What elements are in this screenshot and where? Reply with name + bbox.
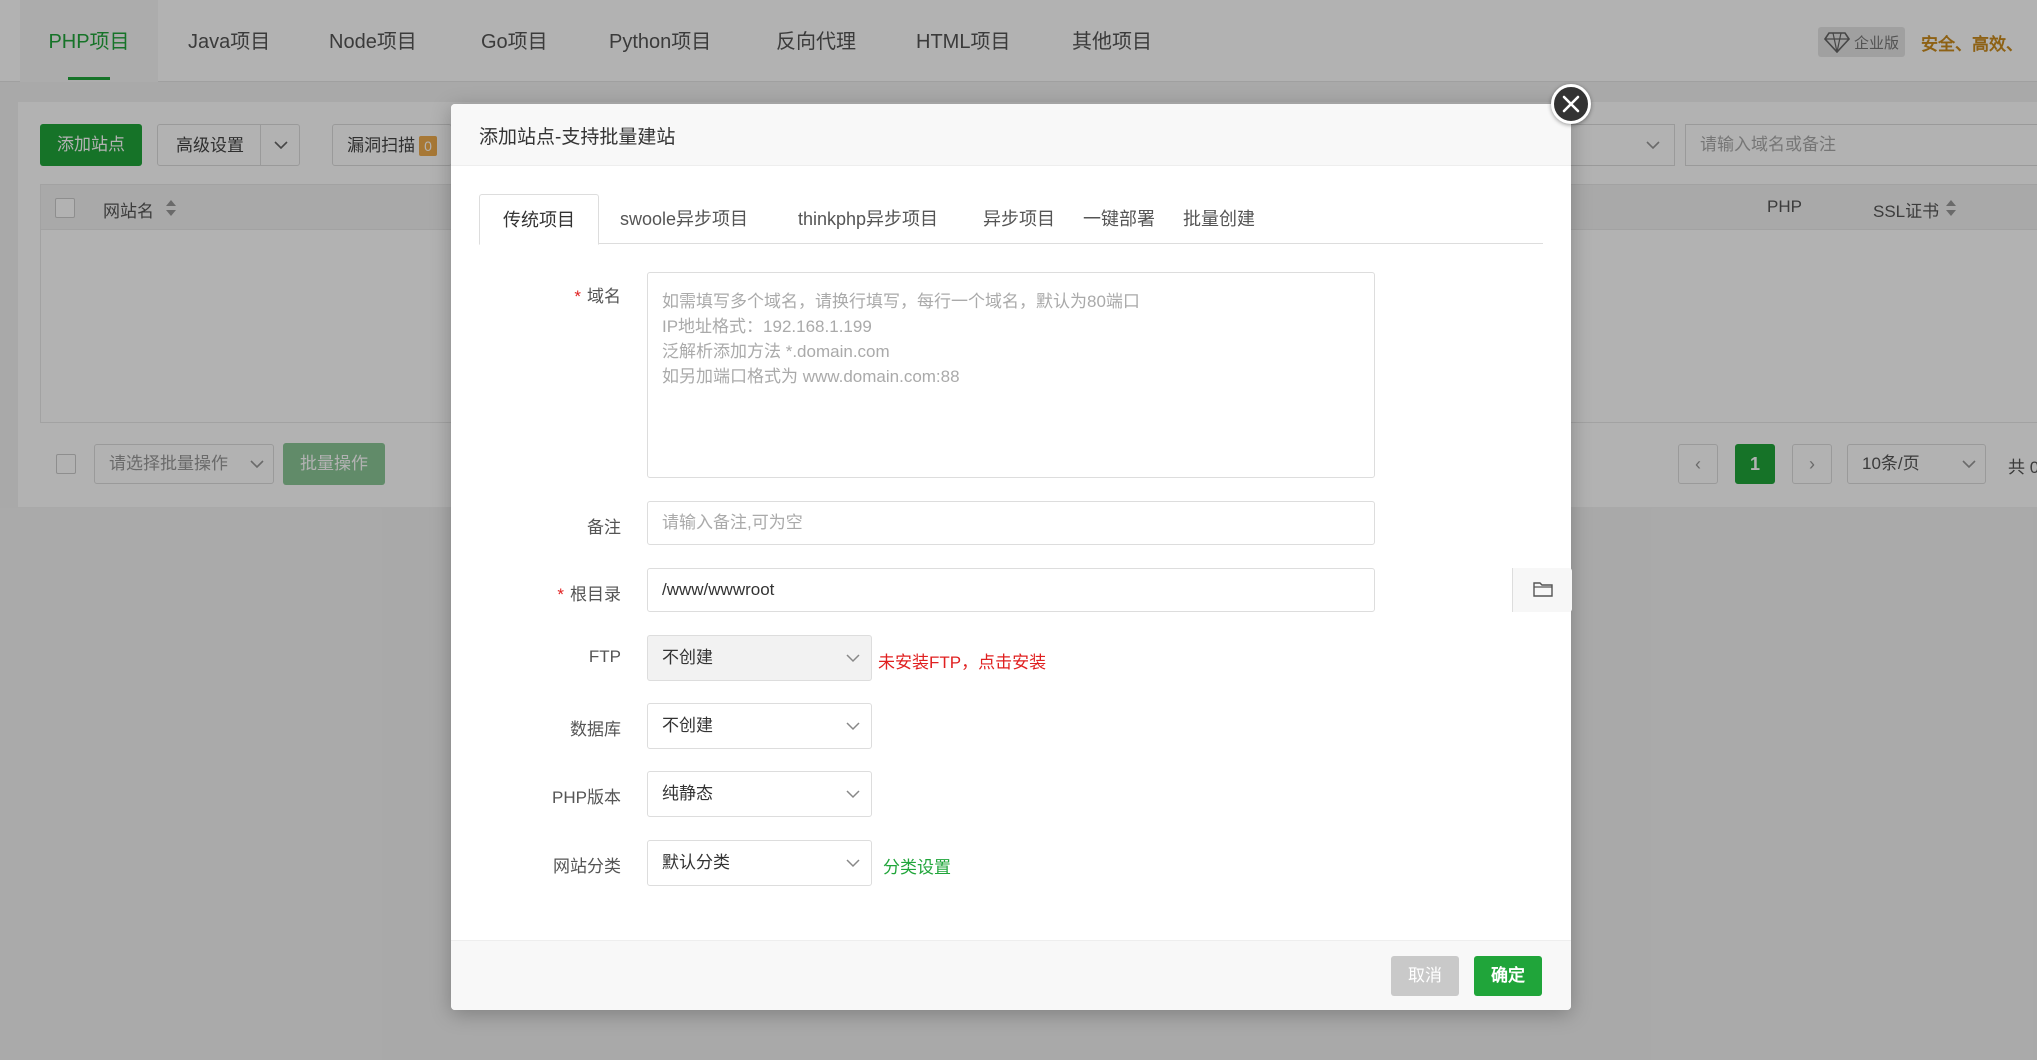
chevron-down-icon — [846, 722, 860, 731]
domain-placeholder-line: 如需填写多个域名，请换行填写，每行一个域名，默认为80端口 — [662, 292, 1140, 311]
ftp-select[interactable]: 不创建 — [647, 635, 872, 681]
chevron-down-icon — [846, 790, 860, 799]
php-version-label: PHP版本 — [552, 788, 621, 807]
root-dir-value: /www/wwwroot — [662, 580, 775, 599]
domain-textarea[interactable]: 如需填写多个域名，请换行填写，每行一个域名，默认为80端口 IP地址格式：192… — [647, 272, 1375, 478]
dialog-footer: 取消 确定 — [451, 940, 1571, 1010]
tab-swoole-project[interactable]: swoole异步项目 — [609, 194, 759, 244]
category-settings-link[interactable]: 分类设置 — [883, 853, 951, 878]
database-select[interactable]: 不创建 — [647, 703, 872, 749]
domain-placeholder-line: 泛解析添加方法 *.domain.com — [662, 342, 890, 361]
database-value: 不创建 — [662, 716, 713, 735]
tab-traditional-project[interactable]: 传统项目 — [479, 194, 599, 245]
tab-batch-create[interactable]: 批量创建 — [1177, 194, 1261, 244]
chevron-down-icon — [846, 654, 860, 663]
domain-placeholder-line: IP地址格式：192.168.1.199 — [662, 317, 872, 336]
dialog-tabs: 传统项目 swoole异步项目 thinkphp异步项目 异步项目 一键部署 批… — [479, 194, 1543, 245]
tab-async-project[interactable]: 异步项目 — [977, 194, 1061, 244]
remark-label: 备注 — [587, 518, 621, 537]
cancel-button[interactable]: 取消 — [1391, 956, 1459, 996]
remark-input[interactable]: 请输入备注,可为空 — [647, 501, 1375, 545]
ftp-value: 不创建 — [662, 648, 713, 667]
root-dir-input[interactable]: /www/wwwroot — [647, 568, 1572, 612]
dialog-title: 添加站点-支持批量建站 — [479, 127, 676, 148]
ftp-label: FTP — [588, 647, 621, 666]
database-label: 数据库 — [570, 720, 621, 739]
dialog-header: 添加站点-支持批量建站 — [451, 104, 1571, 166]
category-label: 网站分类 — [553, 857, 621, 876]
category-select[interactable]: 默认分类 — [647, 840, 872, 886]
folder-icon — [1533, 582, 1553, 597]
folder-picker-button[interactable] — [1512, 568, 1572, 612]
close-icon — [1562, 95, 1580, 113]
domain-label: * 域名 — [574, 287, 621, 306]
domain-placeholder-line: 如另加端口格式为 www.domain.com:88 — [662, 367, 960, 386]
confirm-button[interactable]: 确定 — [1474, 956, 1542, 996]
chevron-down-icon — [846, 859, 860, 868]
tab-one-click-deploy[interactable]: 一键部署 — [1077, 194, 1161, 244]
dialog-close-button[interactable] — [1551, 84, 1591, 124]
root-dir-label: * 根目录 — [557, 585, 621, 604]
php-version-value: 纯静态 — [662, 784, 713, 803]
ftp-install-link[interactable]: 未安装FTP，点击安装 — [878, 648, 1046, 673]
tab-thinkphp-project[interactable]: thinkphp异步项目 — [777, 194, 959, 244]
php-version-select[interactable]: 纯静态 — [647, 771, 872, 817]
add-site-dialog: 添加站点-支持批量建站 传统项目 swoole异步项目 thinkphp异步项目… — [451, 104, 1572, 1010]
category-value: 默认分类 — [662, 853, 730, 872]
